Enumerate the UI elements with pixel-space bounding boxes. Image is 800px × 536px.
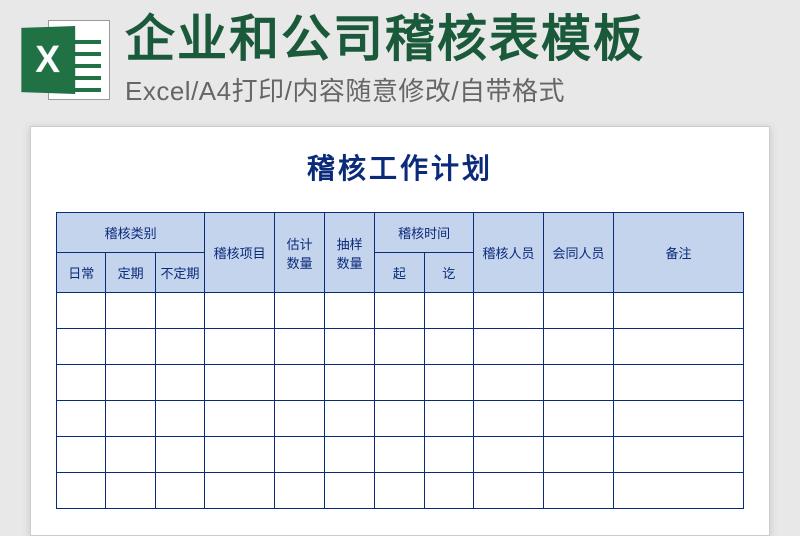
cell-co <box>544 437 614 473</box>
cell-project <box>205 401 275 437</box>
th-sample-qty: 抽样 数量 <box>325 213 375 293</box>
th-category-group: 稽核类别 <box>57 213 205 253</box>
table-row <box>57 365 744 401</box>
cell-irregular <box>155 473 204 509</box>
cell-est <box>275 365 325 401</box>
th-notes: 备注 <box>614 213 744 293</box>
cell-daily <box>57 365 106 401</box>
cell-irregular <box>155 401 204 437</box>
cell-auditor <box>474 473 544 509</box>
cell-notes <box>614 473 744 509</box>
header-text-block: 企业和公司稽核表模板 Excel/A4打印/内容随意修改/自带格式 <box>125 12 780 108</box>
cell-from <box>375 401 424 437</box>
cell-sample <box>325 401 375 437</box>
th-est-qty: 估计 数量 <box>275 213 325 293</box>
cell-notes <box>614 293 744 329</box>
cell-project <box>205 473 275 509</box>
cell-project <box>205 437 275 473</box>
document-preview: 稽核工作计划 稽核类别 稽核项目 估计 数量 抽样 数量 稽核时间 稽核人员 会… <box>30 126 770 536</box>
cell-from <box>375 329 424 365</box>
cell-notes <box>614 329 744 365</box>
cell-est <box>275 329 325 365</box>
cell-notes <box>614 401 744 437</box>
th-time-from: 起 <box>375 253 424 293</box>
cell-periodic <box>106 473 155 509</box>
table-row <box>57 437 744 473</box>
cell-to <box>424 401 473 437</box>
cell-auditor <box>474 401 544 437</box>
cell-irregular <box>155 329 204 365</box>
table-row <box>57 473 744 509</box>
cell-from <box>375 437 424 473</box>
cell-daily <box>57 329 106 365</box>
cell-co <box>544 365 614 401</box>
table-row <box>57 401 744 437</box>
table-row <box>57 329 744 365</box>
cell-project <box>205 293 275 329</box>
excel-x-letter: X <box>35 38 60 82</box>
th-irregular: 不定期 <box>155 253 204 293</box>
cell-periodic <box>106 293 155 329</box>
cell-est <box>275 401 325 437</box>
table-body <box>57 293 744 509</box>
th-time-group: 稽核时间 <box>375 213 474 253</box>
table-row <box>57 293 744 329</box>
th-time-to: 讫 <box>424 253 473 293</box>
cell-co <box>544 329 614 365</box>
th-co-person: 会同人员 <box>544 213 614 293</box>
cell-from <box>375 293 424 329</box>
cell-daily <box>57 473 106 509</box>
cell-to <box>424 473 473 509</box>
cell-co <box>544 401 614 437</box>
cell-irregular <box>155 365 204 401</box>
sub-title: Excel/A4打印/内容随意修改/自带格式 <box>125 71 780 108</box>
cell-from <box>375 365 424 401</box>
audit-table: 稽核类别 稽核项目 估计 数量 抽样 数量 稽核时间 稽核人员 会同人员 备注 … <box>56 212 744 509</box>
cell-sample <box>325 293 375 329</box>
cell-est <box>275 473 325 509</box>
cell-periodic <box>106 401 155 437</box>
cell-daily <box>57 293 106 329</box>
cell-irregular <box>155 437 204 473</box>
th-auditor: 稽核人员 <box>474 213 544 293</box>
cell-sample <box>325 437 375 473</box>
cell-co <box>544 293 614 329</box>
cell-auditor <box>474 293 544 329</box>
cell-daily <box>57 401 106 437</box>
cell-periodic <box>106 329 155 365</box>
main-title: 企业和公司稽核表模板 <box>125 12 780 67</box>
cell-periodic <box>106 437 155 473</box>
excel-icon: X <box>20 15 110 105</box>
cell-to <box>424 329 473 365</box>
th-periodic: 定期 <box>106 253 155 293</box>
cell-irregular <box>155 293 204 329</box>
cell-sample <box>325 365 375 401</box>
cell-auditor <box>474 365 544 401</box>
cell-project <box>205 329 275 365</box>
page-header: X 企业和公司稽核表模板 Excel/A4打印/内容随意修改/自带格式 <box>0 0 800 116</box>
document-title: 稽核工作计划 <box>56 147 744 187</box>
cell-est <box>275 437 325 473</box>
cell-to <box>424 293 473 329</box>
cell-co <box>544 473 614 509</box>
cell-to <box>424 437 473 473</box>
cell-periodic <box>106 365 155 401</box>
cell-sample <box>325 329 375 365</box>
cell-auditor <box>474 437 544 473</box>
cell-notes <box>614 365 744 401</box>
cell-est <box>275 293 325 329</box>
cell-notes <box>614 437 744 473</box>
cell-from <box>375 473 424 509</box>
cell-to <box>424 365 473 401</box>
cell-auditor <box>474 329 544 365</box>
cell-sample <box>325 473 375 509</box>
cell-daily <box>57 437 106 473</box>
cell-project <box>205 365 275 401</box>
th-daily: 日常 <box>57 253 106 293</box>
th-project: 稽核项目 <box>205 213 275 293</box>
